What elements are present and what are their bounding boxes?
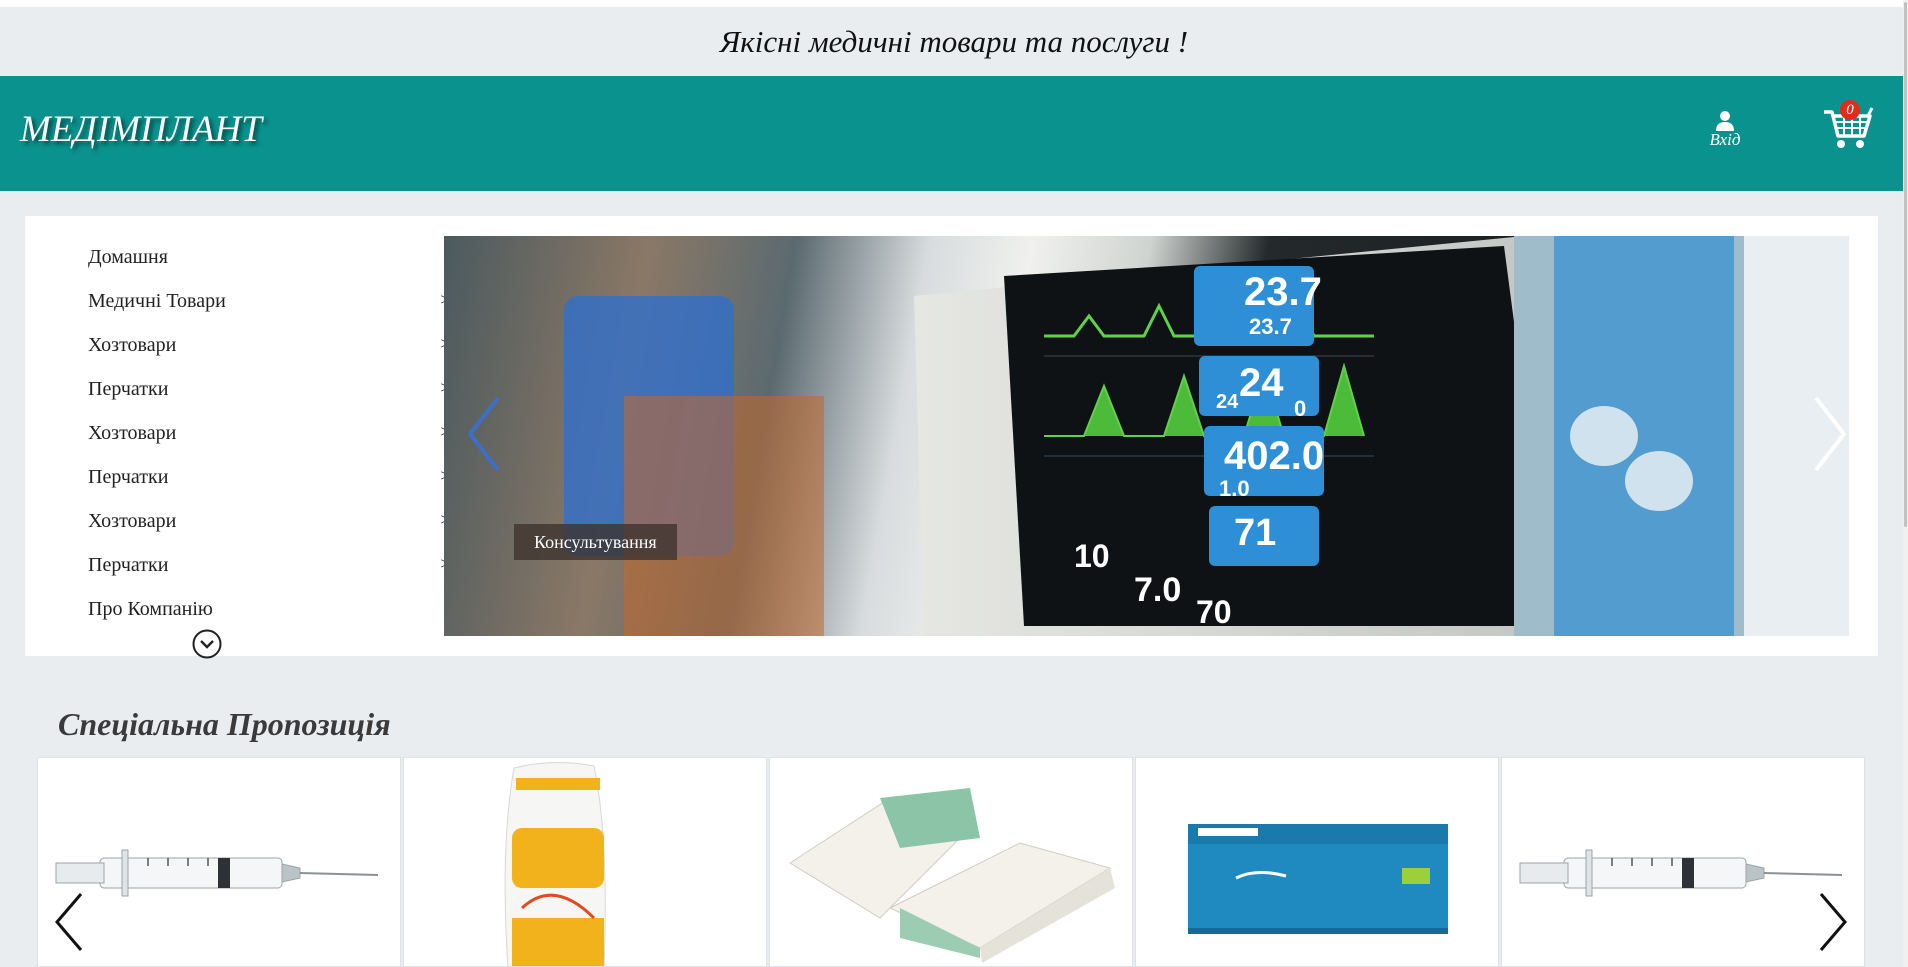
chevron-right-icon (1814, 396, 1847, 472)
page-scrollbar-thumb[interactable] (1904, 2, 1907, 527)
product-card[interactable] (37, 757, 401, 967)
top-strip (0, 0, 1908, 7)
readout-value: 10 (1074, 538, 1110, 574)
readout-value: 71 (1234, 512, 1277, 554)
readout-value: 402.0 (1224, 434, 1325, 478)
tagline: Якісні медичні товари та послуги ! (719, 23, 1189, 59)
readout-value: 23.7 (1244, 270, 1322, 314)
cotton-wool-pack-image (504, 761, 606, 966)
menu-item[interactable]: Хозтовари> (88, 510, 450, 540)
product-carousel (37, 757, 1866, 967)
menu-item[interactable]: Перчатки> (88, 554, 450, 584)
login-label: Вхід (1709, 130, 1741, 149)
syringe-image (1519, 849, 1843, 897)
special-offer-title: Спеціальна Пропозиція (58, 706, 391, 742)
readout-value: 0 (1294, 396, 1307, 421)
chevron-down-icon (192, 629, 222, 659)
menu-expand-button[interactable] (192, 629, 222, 659)
user-icon (1716, 111, 1734, 131)
site-logo[interactable]: МЕДІМПЛАНТ (20, 108, 262, 151)
products-next-button[interactable] (1815, 890, 1851, 954)
product-card[interactable] (1501, 757, 1865, 967)
product-card[interactable] (1135, 757, 1499, 967)
menu-item-label: Про Компанію (88, 598, 213, 620)
readout-value: 70 (1196, 594, 1232, 630)
menu-item-label: Медичні Товари (88, 290, 226, 312)
menu-item-label: Хозтовари (88, 422, 177, 444)
menu-item-label: Хозтовари (88, 334, 177, 356)
hero-slider[interactable]: 23.7 23.7 24 24 0 402.0 1.0 71 10 7.0 70… (444, 236, 1849, 636)
menu-item[interactable]: Хозтовари> (88, 334, 450, 364)
menu-item-label: Перчатки (88, 378, 169, 400)
syringe-image (55, 849, 379, 897)
slider-prev-button[interactable] (462, 394, 512, 474)
cart-button[interactable]: 0 (1822, 100, 1874, 154)
menu-item[interactable]: Домашня (88, 246, 450, 276)
nitrylex-gloves-box-image (1188, 824, 1448, 934)
product-card[interactable] (403, 757, 767, 967)
slider-next-button[interactable] (1804, 394, 1849, 474)
chevron-right-icon (1819, 893, 1847, 951)
hero-panel: Домашня Медичні Товари> Хозтовари> Перчатки… (25, 216, 1878, 659)
site-header: МЕДІМПЛАНТ Вхід 0 (0, 76, 1903, 191)
slide-caption: Консультування (514, 524, 677, 560)
chevron-left-icon (467, 396, 500, 472)
menu-item[interactable]: Перчатки> (88, 466, 450, 496)
readout-value: 24 (1239, 361, 1284, 405)
category-menu: Домашня Медичні Товари> Хозтовари> Перчатки… (25, 216, 450, 656)
readout-value: 7.0 (1134, 571, 1182, 609)
chevron-left-icon (55, 893, 83, 951)
paper-towels-image (789, 788, 1115, 963)
menu-item-label: Домашня (88, 246, 168, 268)
menu-item-label: Хозтовари (88, 510, 177, 532)
menu-item[interactable]: Хозтовари> (88, 422, 450, 452)
readout-value: 24 (1216, 391, 1239, 413)
menu-item-label: Перчатки (88, 554, 169, 576)
products-prev-button[interactable] (51, 890, 87, 954)
readout-value: 1.0 (1219, 476, 1250, 501)
login-button[interactable]: Вхід (1700, 110, 1750, 150)
menu-item-label: Перчатки (88, 466, 169, 488)
menu-item[interactable]: Про Компанію (88, 598, 450, 628)
readout-value: 23.7 (1249, 314, 1292, 339)
menu-item[interactable]: Перчатки> (88, 378, 450, 408)
cart-count-badge: 0 (1840, 100, 1860, 120)
menu-item[interactable]: Медичні Товари> (88, 290, 450, 320)
product-card[interactable] (769, 757, 1133, 967)
